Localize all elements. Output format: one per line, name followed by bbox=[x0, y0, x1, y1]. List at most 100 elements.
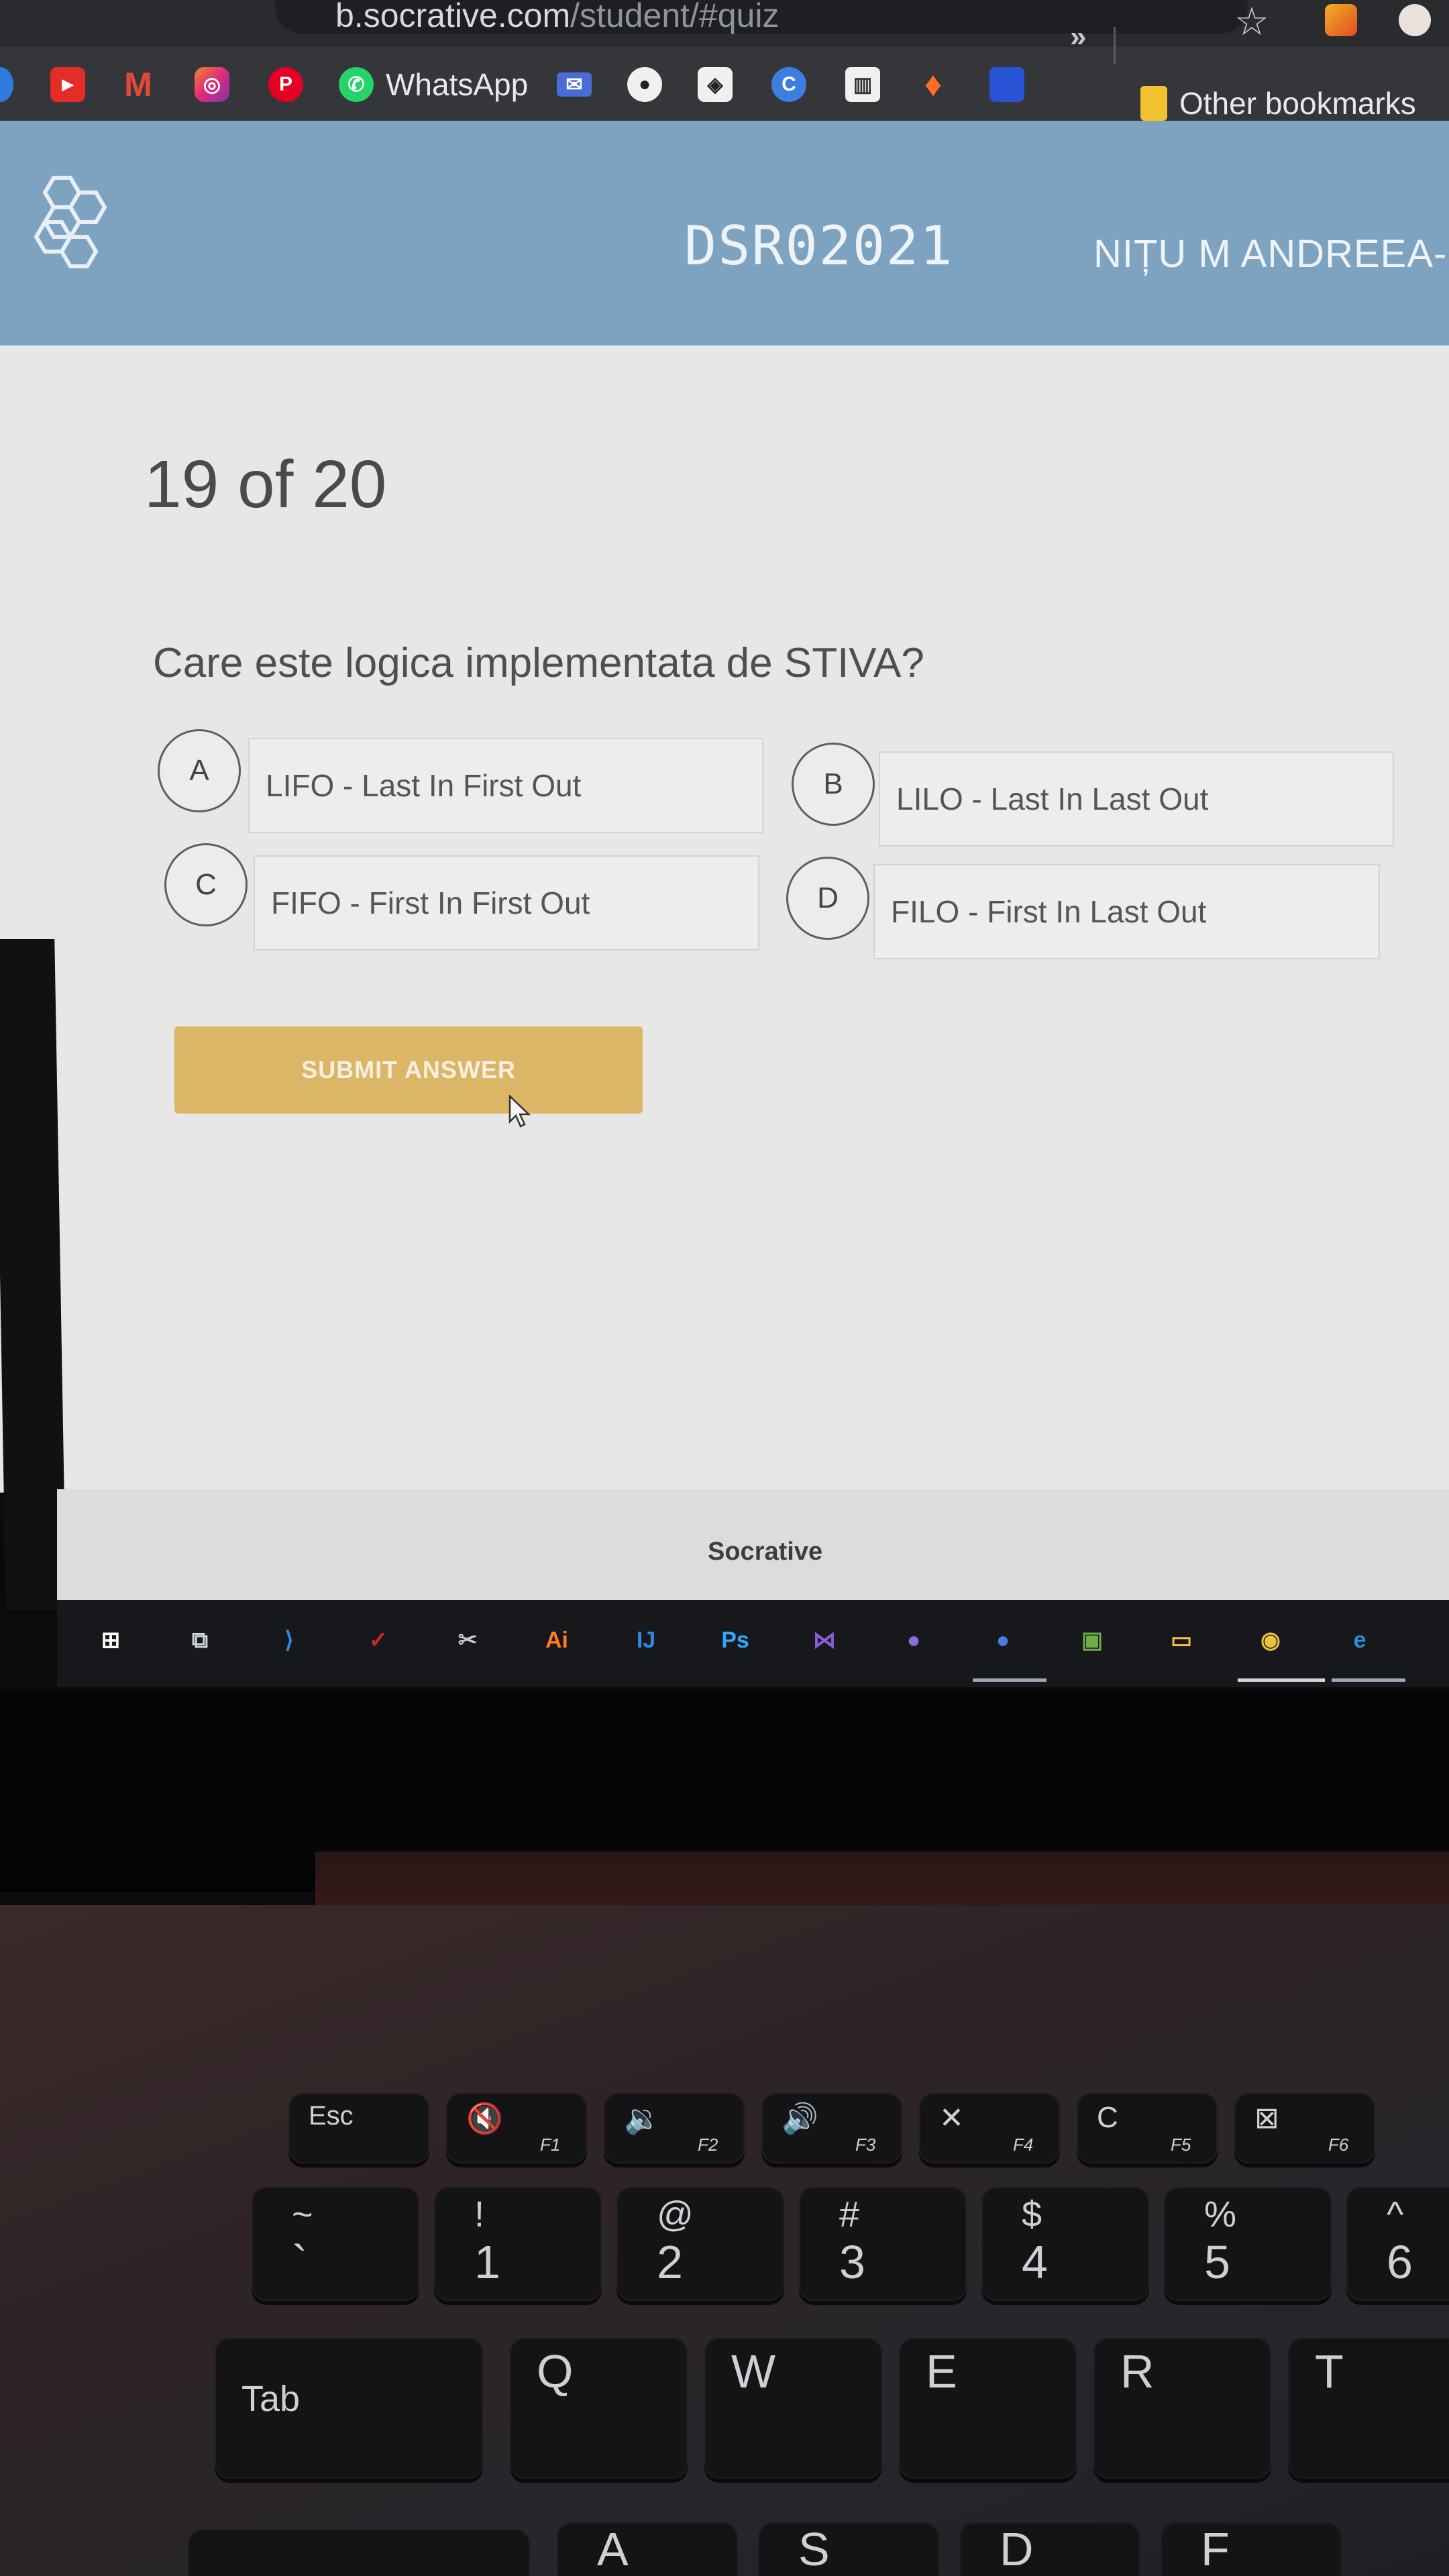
todo-icon[interactable]: ✓ bbox=[355, 1617, 402, 1664]
bookmark-gitlab[interactable]: ♦ bbox=[916, 64, 951, 105]
other-bookmarks-label: Other bookmarks bbox=[1179, 86, 1416, 121]
bookmark-codepen[interactable]: ◈ bbox=[698, 64, 733, 105]
profile-extension-icon[interactable] bbox=[1399, 4, 1431, 36]
key-main-label: 6 bbox=[1387, 2236, 1413, 2288]
key-number-6[interactable]: ^ 6 bbox=[1346, 2187, 1449, 2301]
key-number-3[interactable]: #3 bbox=[799, 2187, 967, 2301]
bookmark-pinterest[interactable]: P bbox=[268, 64, 303, 105]
folder-icon bbox=[1140, 86, 1167, 121]
key-main-label: 3 bbox=[839, 2236, 865, 2288]
key-label: Q bbox=[537, 2345, 574, 2398]
key-label: 🔉 bbox=[624, 2102, 661, 2135]
key-fn-label: F3 bbox=[855, 2135, 876, 2155]
github-desktop-icon[interactable]: ● bbox=[890, 1617, 937, 1664]
student-name[interactable]: NIȚU M ANDREEA-BIA bbox=[1093, 231, 1449, 276]
active-app-indicator bbox=[973, 1678, 1046, 1682]
key-fn-5[interactable]: C F5 bbox=[1077, 2093, 1218, 2163]
key-shift-label: @ bbox=[657, 2194, 694, 2235]
visual-studio-icon[interactable]: ⋈ bbox=[801, 1617, 848, 1664]
bookmark-github[interactable]: ● bbox=[627, 64, 662, 105]
option-b-letter[interactable]: B bbox=[792, 743, 875, 826]
bookmark-star-icon[interactable]: ☆ bbox=[1234, 0, 1269, 44]
key-fn-6[interactable]: ⊠ F6 bbox=[1234, 2093, 1375, 2163]
bookmark-mail[interactable]: ✉ bbox=[557, 64, 592, 105]
option-c[interactable]: FIFO - First In First Out bbox=[254, 855, 759, 951]
key-number-2[interactable]: @2 bbox=[616, 2187, 784, 2301]
extension-icon[interactable] bbox=[1325, 4, 1357, 36]
key-label: Esc bbox=[309, 2101, 354, 2131]
option-d-letter[interactable]: D bbox=[786, 857, 869, 940]
photoshop-icon[interactable]: Ps bbox=[712, 1617, 759, 1664]
key-main-label: 4 bbox=[1022, 2236, 1048, 2288]
option-a-letter[interactable]: A bbox=[158, 729, 241, 812]
key-tab[interactable]: Tab bbox=[215, 2338, 483, 2479]
chrome-profile-icon[interactable]: ● bbox=[979, 1617, 1026, 1664]
key-number-4[interactable]: $4 bbox=[981, 2187, 1149, 2301]
key-w[interactable]: W bbox=[704, 2338, 882, 2479]
key-r[interactable]: R bbox=[1093, 2338, 1271, 2479]
chrome-icon[interactable]: ◉ bbox=[1247, 1617, 1294, 1664]
more-bookmarks-chevron-icon[interactable]: » bbox=[1070, 20, 1086, 54]
key-t[interactable]: T bbox=[1288, 2338, 1449, 2479]
image-viewer-icon[interactable]: ▣ bbox=[1069, 1617, 1116, 1664]
file-explorer-icon[interactable]: ▭ bbox=[1158, 1617, 1205, 1664]
key-a[interactable]: A bbox=[557, 2522, 738, 2576]
key-label: C bbox=[1097, 2101, 1118, 2134]
key-label: F bbox=[1201, 2523, 1230, 2575]
codepen-icon: ◈ bbox=[698, 67, 733, 102]
option-a[interactable]: LIFO - Last In First Out bbox=[248, 738, 763, 833]
option-b[interactable]: LILO - Last In Last Out bbox=[879, 751, 1394, 847]
url-text[interactable]: b.socrative.com/student/#quiz bbox=[335, 0, 779, 35]
key-main-label: 5 bbox=[1204, 2236, 1230, 2288]
gitlab-icon: ♦ bbox=[924, 65, 943, 104]
key-fn-0[interactable]: Esc bbox=[288, 2093, 429, 2163]
key-fn-1[interactable]: 🔇 F1 bbox=[446, 2093, 587, 2163]
pinterest-icon: P bbox=[268, 67, 303, 102]
key-fn-label: F6 bbox=[1328, 2135, 1349, 2155]
youtube-icon: ▶ bbox=[50, 67, 85, 102]
key-fn-2[interactable]: 🔉 F2 bbox=[604, 2093, 745, 2163]
submit-answer-button[interactable]: SUBMIT ANSWER bbox=[174, 1026, 643, 1114]
key-s[interactable]: S bbox=[758, 2522, 939, 2576]
bookmark-c[interactable]: C bbox=[771, 64, 806, 105]
bookmark-other[interactable] bbox=[989, 64, 1024, 105]
edge-icon[interactable]: e bbox=[1336, 1617, 1383, 1664]
bookmark-youtube[interactable]: ▶ bbox=[50, 64, 85, 105]
key-label: D bbox=[1000, 2523, 1034, 2575]
bookmark-whatsapp[interactable]: ✆ WhatsApp bbox=[339, 64, 528, 105]
option-d[interactable]: FILO - First In Last Out bbox=[873, 864, 1380, 959]
other-bookmarks[interactable]: Other bookmarks bbox=[1140, 83, 1416, 123]
vscode-icon[interactable]: ⟩ bbox=[266, 1617, 313, 1664]
active-app-indicator bbox=[1332, 1678, 1405, 1682]
illustrator-icon[interactable]: Ai bbox=[533, 1617, 580, 1664]
question-text: Care este logica implementata de STIVA? bbox=[153, 640, 924, 686]
key-caps-lock[interactable] bbox=[188, 2529, 530, 2576]
option-c-letter[interactable]: C bbox=[164, 843, 248, 926]
key-f[interactable]: F bbox=[1161, 2522, 1342, 2576]
snip-tool-icon[interactable]: ✂ bbox=[444, 1617, 491, 1664]
bookmark-instagram[interactable]: ◎ bbox=[195, 64, 229, 105]
key-fn-3[interactable]: 🔊 F3 bbox=[761, 2093, 902, 2163]
key-d[interactable]: D bbox=[959, 2522, 1140, 2576]
windows-start-icon[interactable]: ⊞ bbox=[87, 1617, 134, 1664]
key-shift-label: ^ bbox=[1387, 2194, 1404, 2235]
key-fn-label: F1 bbox=[540, 2135, 561, 2155]
bookmark-gmail[interactable]: M bbox=[121, 64, 156, 105]
key-number-1[interactable]: ! 1 bbox=[434, 2187, 602, 2301]
key-fn-4[interactable]: ✕ F4 bbox=[919, 2093, 1060, 2163]
task-view-icon[interactable]: ⧉ bbox=[176, 1617, 223, 1664]
key-shift-label: % bbox=[1204, 2194, 1237, 2235]
key-q[interactable]: Q bbox=[510, 2338, 688, 2479]
url-path: /student/#quiz bbox=[570, 0, 780, 34]
key-label: S bbox=[798, 2523, 830, 2575]
key-shift-label: $ bbox=[1022, 2194, 1042, 2235]
key-number-0[interactable]: ~ ` bbox=[252, 2187, 419, 2301]
bookmark-youtube[interactable] bbox=[0, 64, 13, 105]
key-e[interactable]: E bbox=[899, 2338, 1077, 2479]
bookmark-trello[interactable]: ▥ bbox=[845, 64, 880, 105]
key-fn-label: F4 bbox=[1013, 2135, 1034, 2155]
intellij-icon[interactable]: IJ bbox=[623, 1617, 669, 1664]
key-label: T bbox=[1315, 2345, 1344, 2398]
c-icon: C bbox=[771, 67, 806, 102]
key-number-5[interactable]: % 5 bbox=[1164, 2187, 1332, 2301]
